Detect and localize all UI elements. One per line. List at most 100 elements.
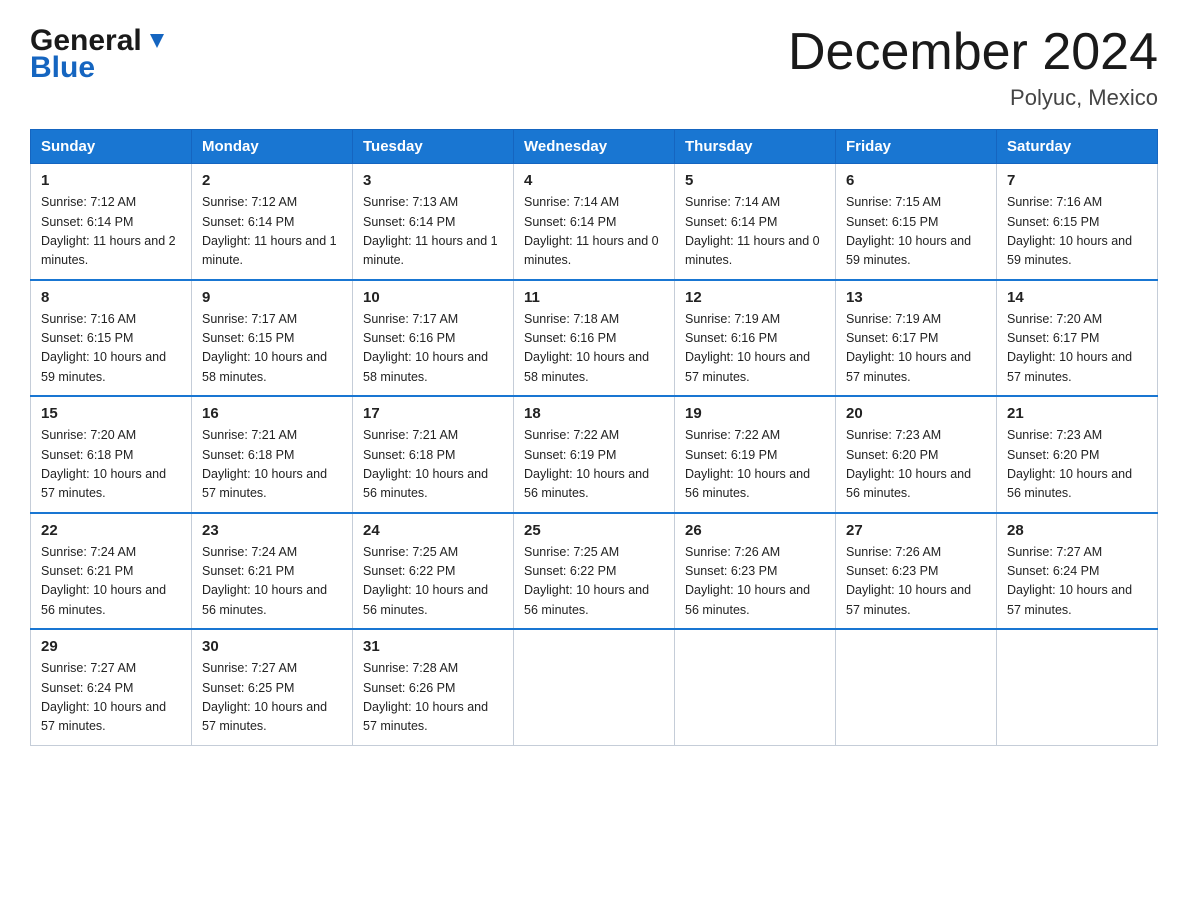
table-row: 15 Sunrise: 7:20 AMSunset: 6:18 PMDayligh… bbox=[31, 396, 192, 513]
calendar-row-4: 22 Sunrise: 7:24 AMSunset: 6:21 PMDayligh… bbox=[31, 513, 1158, 630]
day-info: Sunrise: 7:22 AMSunset: 6:19 PMDaylight:… bbox=[524, 426, 664, 504]
day-number: 7 bbox=[1007, 172, 1147, 189]
location-title: Polyuc, Mexico bbox=[788, 85, 1158, 111]
day-info: Sunrise: 7:13 AMSunset: 6:14 PMDaylight:… bbox=[363, 193, 503, 271]
table-row bbox=[836, 629, 997, 745]
day-number: 15 bbox=[41, 405, 181, 422]
table-row: 26 Sunrise: 7:26 AMSunset: 6:23 PMDayligh… bbox=[675, 513, 836, 630]
day-number: 26 bbox=[685, 522, 825, 539]
calendar-row-3: 15 Sunrise: 7:20 AMSunset: 6:18 PMDayligh… bbox=[31, 396, 1158, 513]
day-number: 27 bbox=[846, 522, 986, 539]
table-row bbox=[997, 629, 1158, 745]
table-row: 10 Sunrise: 7:17 AMSunset: 6:16 PMDayligh… bbox=[353, 280, 514, 397]
day-number: 13 bbox=[846, 289, 986, 306]
day-number: 6 bbox=[846, 172, 986, 189]
table-row: 25Sunrise: 7:25 AMSunset: 6:22 PMDayligh… bbox=[514, 513, 675, 630]
table-row: 21 Sunrise: 7:23 AMSunset: 6:20 PMDayligh… bbox=[997, 396, 1158, 513]
day-info: Sunrise: 7:21 AMSunset: 6:18 PMDaylight:… bbox=[202, 426, 342, 504]
day-info: Sunrise: 7:20 AMSunset: 6:17 PMDaylight:… bbox=[1007, 310, 1147, 388]
table-row: 9Sunrise: 7:17 AMSunset: 6:15 PMDaylight… bbox=[192, 280, 353, 397]
table-row: 19 Sunrise: 7:22 AMSunset: 6:19 PMDayligh… bbox=[675, 396, 836, 513]
table-row bbox=[514, 629, 675, 745]
day-number: 1 bbox=[41, 172, 181, 189]
day-info: Sunrise: 7:28 AMSunset: 6:26 PMDaylight:… bbox=[363, 659, 503, 737]
header-thursday: Thursday bbox=[675, 130, 836, 164]
day-number: 3 bbox=[363, 172, 503, 189]
table-row: 24 Sunrise: 7:25 AMSunset: 6:22 PMDayligh… bbox=[353, 513, 514, 630]
day-info: Sunrise: 7:26 AMSunset: 6:23 PMDaylight:… bbox=[685, 543, 825, 621]
day-info: Sunrise: 7:24 AMSunset: 6:21 PMDaylight:… bbox=[202, 543, 342, 621]
day-info: Sunrise: 7:23 AMSunset: 6:20 PMDaylight:… bbox=[846, 426, 986, 504]
table-row: 23 Sunrise: 7:24 AMSunset: 6:21 PMDayligh… bbox=[192, 513, 353, 630]
table-row: 8 Sunrise: 7:16 AMSunset: 6:15 PMDaylight… bbox=[31, 280, 192, 397]
day-info: Sunrise: 7:15 AMSunset: 6:15 PMDaylight:… bbox=[846, 193, 986, 271]
day-info: Sunrise: 7:19 AMSunset: 6:17 PMDaylight:… bbox=[846, 310, 986, 388]
table-row: 4 Sunrise: 7:14 AMSunset: 6:14 PMDaylight… bbox=[514, 164, 675, 280]
day-info: Sunrise: 7:14 AMSunset: 6:14 PMDaylight:… bbox=[524, 193, 664, 271]
header-wednesday: Wednesday bbox=[514, 130, 675, 164]
day-info: Sunrise: 7:22 AMSunset: 6:19 PMDaylight:… bbox=[685, 426, 825, 504]
day-info: Sunrise: 7:14 AMSunset: 6:14 PMDaylight:… bbox=[685, 193, 825, 271]
day-info: Sunrise: 7:26 AMSunset: 6:23 PMDaylight:… bbox=[846, 543, 986, 621]
table-row: 5Sunrise: 7:14 AMSunset: 6:14 PMDaylight… bbox=[675, 164, 836, 280]
day-number: 11 bbox=[524, 289, 664, 306]
day-number: 10 bbox=[363, 289, 503, 306]
table-row: 17 Sunrise: 7:21 AMSunset: 6:18 PMDayligh… bbox=[353, 396, 514, 513]
month-title: December 2024 bbox=[788, 24, 1158, 81]
day-number: 14 bbox=[1007, 289, 1147, 306]
logo-triangle-icon bbox=[146, 30, 168, 52]
table-row: 30 Sunrise: 7:27 AMSunset: 6:25 PMDayligh… bbox=[192, 629, 353, 745]
day-info: Sunrise: 7:27 AMSunset: 6:25 PMDaylight:… bbox=[202, 659, 342, 737]
day-info: Sunrise: 7:27 AMSunset: 6:24 PMDaylight:… bbox=[1007, 543, 1147, 621]
logo: General Blue bbox=[30, 24, 168, 83]
day-number: 20 bbox=[846, 405, 986, 422]
day-info: Sunrise: 7:20 AMSunset: 6:18 PMDaylight:… bbox=[41, 426, 181, 504]
table-row: 13 Sunrise: 7:19 AMSunset: 6:17 PMDayligh… bbox=[836, 280, 997, 397]
day-number: 2 bbox=[202, 172, 342, 189]
day-number: 30 bbox=[202, 638, 342, 655]
day-number: 4 bbox=[524, 172, 664, 189]
table-row: 11 Sunrise: 7:18 AMSunset: 6:16 PMDayligh… bbox=[514, 280, 675, 397]
table-row bbox=[675, 629, 836, 745]
table-row: 31 Sunrise: 7:28 AMSunset: 6:26 PMDayligh… bbox=[353, 629, 514, 745]
header-monday: Monday bbox=[192, 130, 353, 164]
day-info: Sunrise: 7:24 AMSunset: 6:21 PMDaylight:… bbox=[41, 543, 181, 621]
header-saturday: Saturday bbox=[997, 130, 1158, 164]
table-row: 2 Sunrise: 7:12 AMSunset: 6:14 PMDaylight… bbox=[192, 164, 353, 280]
day-info: Sunrise: 7:18 AMSunset: 6:16 PMDaylight:… bbox=[524, 310, 664, 388]
day-number: 24 bbox=[363, 522, 503, 539]
day-number: 22 bbox=[41, 522, 181, 539]
day-number: 12 bbox=[685, 289, 825, 306]
day-number: 8 bbox=[41, 289, 181, 306]
day-info: Sunrise: 7:23 AMSunset: 6:20 PMDaylight:… bbox=[1007, 426, 1147, 504]
header-tuesday: Tuesday bbox=[353, 130, 514, 164]
table-row: 7 Sunrise: 7:16 AMSunset: 6:15 PMDaylight… bbox=[997, 164, 1158, 280]
table-row: 29Sunrise: 7:27 AMSunset: 6:24 PMDayligh… bbox=[31, 629, 192, 745]
logo-blue: Blue bbox=[30, 53, 95, 83]
day-number: 16 bbox=[202, 405, 342, 422]
table-row: 12Sunrise: 7:19 AMSunset: 6:16 PMDayligh… bbox=[675, 280, 836, 397]
day-number: 18 bbox=[524, 405, 664, 422]
calendar-row-1: 1 Sunrise: 7:12 AMSunset: 6:14 PMDaylight… bbox=[31, 164, 1158, 280]
day-info: Sunrise: 7:12 AMSunset: 6:14 PMDaylight:… bbox=[202, 193, 342, 271]
day-info: Sunrise: 7:17 AMSunset: 6:15 PMDaylight:… bbox=[202, 310, 342, 388]
day-number: 17 bbox=[363, 405, 503, 422]
page-header: General Blue December 2024 Polyuc, Mexic… bbox=[30, 24, 1158, 111]
day-info: Sunrise: 7:21 AMSunset: 6:18 PMDaylight:… bbox=[363, 426, 503, 504]
table-row: 28Sunrise: 7:27 AMSunset: 6:24 PMDayligh… bbox=[997, 513, 1158, 630]
table-row: 1Sunrise: 7:12 AMSunset: 6:14 PMDaylight… bbox=[31, 164, 192, 280]
calendar-table: Sunday Monday Tuesday Wednesday Thursday… bbox=[30, 129, 1158, 746]
table-row: 3 Sunrise: 7:13 AMSunset: 6:14 PMDaylight… bbox=[353, 164, 514, 280]
day-number: 23 bbox=[202, 522, 342, 539]
table-row: 20 Sunrise: 7:23 AMSunset: 6:20 PMDayligh… bbox=[836, 396, 997, 513]
table-row: 27 Sunrise: 7:26 AMSunset: 6:23 PMDayligh… bbox=[836, 513, 997, 630]
day-info: Sunrise: 7:16 AMSunset: 6:15 PMDaylight:… bbox=[1007, 193, 1147, 271]
day-number: 21 bbox=[1007, 405, 1147, 422]
table-row: 16 Sunrise: 7:21 AMSunset: 6:18 PMDayligh… bbox=[192, 396, 353, 513]
day-info: Sunrise: 7:17 AMSunset: 6:16 PMDaylight:… bbox=[363, 310, 503, 388]
table-row: 18 Sunrise: 7:22 AMSunset: 6:19 PMDayligh… bbox=[514, 396, 675, 513]
day-number: 31 bbox=[363, 638, 503, 655]
day-number: 19 bbox=[685, 405, 825, 422]
day-info: Sunrise: 7:16 AMSunset: 6:15 PMDaylight:… bbox=[41, 310, 181, 388]
day-info: Sunrise: 7:25 AMSunset: 6:22 PMDaylight:… bbox=[363, 543, 503, 621]
